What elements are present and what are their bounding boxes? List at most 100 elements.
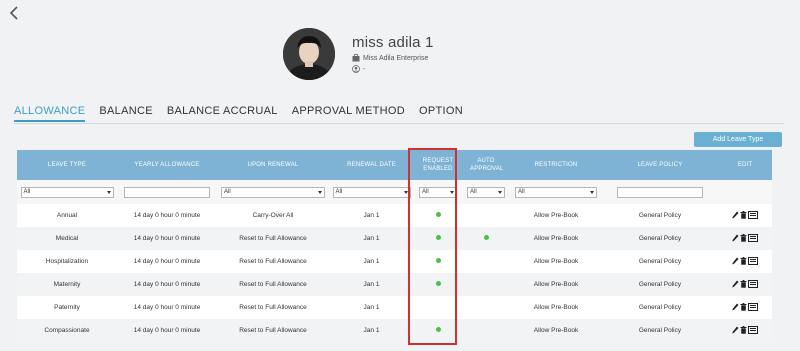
pencil-icon[interactable] [732, 326, 739, 334]
upon-renewal-cell: Reset to Full Allowance [239, 258, 307, 265]
yearly-allowance-cell: 14 day 0 hour 0 minute [133, 235, 201, 242]
col-restriction[interactable]: RESTRICTION [510, 161, 602, 169]
tab-allowance[interactable]: ALLOWANCE [14, 105, 86, 122]
trash-icon[interactable] [740, 256, 747, 265]
renewal-date-cell: Jan 1 [363, 235, 380, 242]
chevron-left-icon [9, 6, 18, 20]
leave-type-filter-value: All [23, 189, 31, 195]
trash-icon[interactable] [740, 325, 747, 334]
table-row[interactable]: Annual 14 day 0 hour 0 minute Carry-Over… [17, 204, 772, 227]
edit-actions [718, 233, 772, 244]
renewal-date-cell: Jan 1 [363, 258, 380, 265]
col-leave-policy[interactable]: LEAVE POLICY [602, 161, 718, 169]
auto-approval-cell [462, 235, 510, 242]
leave-type-filter[interactable]: All [20, 186, 114, 198]
request-enabled-cell [414, 327, 462, 334]
tab-balance[interactable]: BALANCE [99, 105, 152, 122]
col-leave-type[interactable]: LEAVE TYPE [17, 161, 117, 169]
table-row[interactable]: Compassionate 14 day 0 hour 0 minute Res… [17, 319, 772, 342]
chevron-down-icon [450, 190, 454, 194]
chevron-down-icon [106, 190, 111, 194]
leave-policy-filter-input[interactable] [617, 186, 703, 198]
profile-header: miss adila 1 Miss Adila Enterprise - [283, 28, 434, 80]
col-auto-approval[interactable]: AUTO APPROVAL [462, 157, 510, 173]
table-row[interactable]: Hospitalization 14 day 0 hour 0 minute R… [17, 250, 772, 273]
request-enabled-cell [414, 212, 462, 219]
trash-icon[interactable] [740, 279, 747, 288]
company-name: Miss Adila Enterprise [363, 54, 429, 62]
pencil-icon[interactable] [732, 211, 739, 219]
status-dot [435, 235, 441, 240]
upon-renewal-cell: Reset to Full Allowance [239, 327, 307, 334]
briefcase-icon [352, 54, 360, 62]
renewal-date-filter-value: All [335, 189, 343, 195]
renewal-date-filter[interactable]: All [332, 186, 411, 198]
list-details-icon[interactable] [748, 210, 758, 219]
leave-type-cell: Compassionate [44, 327, 90, 334]
edit-actions [718, 302, 772, 313]
request-enabled-filter[interactable]: All [419, 186, 457, 198]
yearly-allowance-filter-input[interactable] [124, 186, 210, 198]
col-request-enabled[interactable]: REQUEST ENABLED [414, 157, 462, 173]
tab-divider [14, 123, 784, 124]
yearly-allowance-cell: 14 day 0 hour 0 minute [133, 327, 201, 334]
yearly-allowance-cell: 14 day 0 hour 0 minute [133, 304, 201, 311]
leave-policy-cell: General Policy [638, 281, 682, 288]
table-row[interactable]: Paternity 14 day 0 hour 0 minute Reset t… [17, 296, 772, 319]
tab-balance-accrual[interactable]: BALANCE ACCRUAL [167, 105, 278, 122]
restriction-cell: Allow Pre-Book [533, 258, 579, 265]
upon-renewal-cell: Carry-Over All [252, 212, 294, 219]
leave-type-table: LEAVE TYPE YEARLY ALLOWANCE UPON RENEWAL… [17, 150, 772, 342]
leave-type-cell: Hospitalization [45, 258, 89, 265]
pencil-icon[interactable] [732, 303, 739, 311]
table-row[interactable]: Medical 14 day 0 hour 0 minute Reset to … [17, 227, 772, 250]
trash-icon[interactable] [740, 210, 747, 219]
pencil-icon[interactable] [732, 257, 739, 265]
list-details-icon[interactable] [748, 302, 758, 311]
auto-approval-filter[interactable]: All [467, 186, 505, 198]
restriction-cell: Allow Pre-Book [533, 235, 579, 242]
request-enabled-cell [414, 258, 462, 265]
trash-icon[interactable] [740, 233, 747, 242]
leave-policy-cell: General Policy [638, 235, 682, 242]
renewal-date-cell: Jan 1 [363, 304, 380, 311]
restriction-cell: Allow Pre-Book [533, 304, 579, 311]
leave-type-cell: Medical [55, 235, 79, 242]
request-enabled-cell [414, 235, 462, 242]
trash-icon[interactable] [740, 302, 747, 311]
table-header: LEAVE TYPE YEARLY ALLOWANCE UPON RENEWAL… [17, 150, 772, 180]
list-details-icon[interactable] [748, 279, 758, 288]
request-enabled-filter-value: All [422, 189, 429, 195]
table-row[interactable]: Maternity 14 day 0 hour 0 minute Reset t… [17, 273, 772, 296]
col-yearly-allowance[interactable]: YEARLY ALLOWANCE [117, 161, 217, 169]
upon-renewal-filter-value: All [224, 189, 231, 195]
list-details-icon[interactable] [748, 325, 758, 334]
leave-type-cell: Paternity [54, 304, 80, 311]
request-enabled-cell [414, 281, 462, 288]
status-dot [435, 327, 441, 332]
col-upon-renewal[interactable]: UPON RENEWAL [217, 161, 329, 169]
restriction-cell: Allow Pre-Book [533, 212, 579, 219]
edit-actions [718, 256, 772, 267]
list-details-icon[interactable] [748, 233, 758, 242]
edit-actions [718, 210, 772, 221]
edit-actions [718, 279, 772, 290]
upon-renewal-cell: Reset to Full Allowance [239, 235, 307, 242]
back-button[interactable] [8, 5, 22, 23]
table-body: Annual 14 day 0 hour 0 minute Carry-Over… [17, 204, 772, 342]
pencil-icon[interactable] [732, 234, 739, 242]
tab-approval-method[interactable]: APPROVAL METHOD [292, 105, 405, 122]
filter-row: All All All All All All [17, 180, 772, 204]
restriction-filter[interactable]: All [515, 186, 597, 198]
list-details-icon[interactable] [748, 256, 758, 265]
upon-renewal-filter[interactable]: All [221, 186, 325, 198]
col-renewal-date[interactable]: RENEWAL DATE [329, 161, 414, 169]
tab-bar: ALLOWANCE BALANCE BALANCE ACCRUAL APPROV… [14, 105, 477, 122]
chevron-down-icon [318, 190, 322, 194]
tab-option[interactable]: OPTION [419, 105, 463, 122]
restriction-cell: Allow Pre-Book [533, 281, 579, 288]
add-leave-type-button[interactable]: Add Leave Type [694, 132, 782, 147]
avatar [283, 28, 335, 80]
leave-policy-cell: General Policy [638, 212, 682, 219]
pencil-icon[interactable] [732, 280, 739, 288]
